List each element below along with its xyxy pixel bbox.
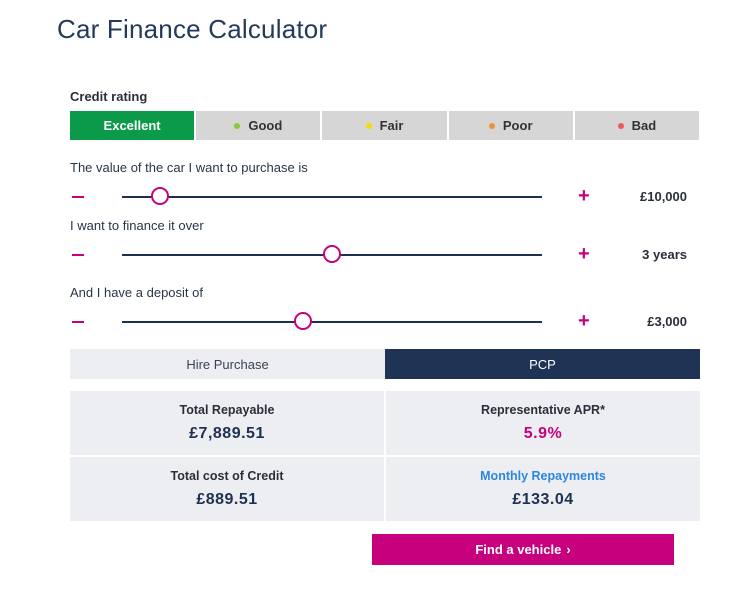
credit-option-label: Fair	[379, 118, 404, 133]
status-dot-icon	[234, 122, 241, 129]
term-decrease-button[interactable]	[72, 254, 84, 256]
monthly-repayments-label[interactable]: Monthly Repayments	[480, 469, 606, 483]
find-vehicle-button[interactable]: Find a vehicle ›	[372, 534, 674, 565]
credit-rating-label: Credit rating	[70, 89, 148, 104]
apr-label: Representative APR*	[481, 403, 605, 417]
credit-option-label: Poor	[502, 118, 533, 133]
tab-hire-purchase[interactable]: Hire Purchase	[70, 349, 385, 379]
find-vehicle-label: Find a vehicle	[475, 542, 562, 557]
credit-option-bad[interactable]: Bad	[574, 111, 700, 140]
car-value-slider-thumb[interactable]	[150, 187, 169, 205]
total-cost-credit-cell: Total cost of Credit £889.51	[70, 457, 384, 521]
deposit-slider-track[interactable]	[122, 312, 542, 330]
car-value-increase-button[interactable]: +	[578, 186, 590, 206]
credit-option-label: Excellent	[103, 118, 161, 133]
apr-value: 5.9%	[523, 425, 563, 442]
credit-option-label: Good	[248, 118, 283, 133]
credit-option-poor[interactable]: Poor	[448, 111, 573, 140]
car-value-decrease-button[interactable]	[72, 196, 84, 198]
credit-option-fair[interactable]: Fair	[322, 111, 447, 140]
chevron-right-icon: ›	[566, 542, 571, 557]
total-cost-credit-value: £889.51	[196, 491, 258, 508]
deposit-display: £3,000	[647, 314, 687, 329]
status-dot-icon	[365, 122, 372, 129]
total-cost-credit-label: Total cost of Credit	[170, 469, 284, 483]
credit-rating-selector: Excellent Good Fair Poor Bad	[70, 111, 700, 140]
credit-option-label: Bad	[631, 118, 657, 133]
car-value-display: £10,000	[640, 189, 687, 204]
total-repayable-label: Total Repayable	[179, 403, 275, 417]
term-slider-track[interactable]	[122, 245, 542, 263]
status-dot-icon	[488, 122, 495, 129]
car-value-label: The value of the car I want to purchase …	[70, 160, 308, 175]
finance-type-tabs: Hire Purchase PCP	[70, 349, 700, 379]
term-slider-thumb[interactable]	[323, 245, 341, 263]
total-repayable-cell: Total Repayable £7,889.51	[70, 391, 384, 455]
apr-cell: Representative APR* 5.9%	[386, 391, 700, 455]
term-display: 3 years	[642, 247, 687, 262]
term-increase-button[interactable]: +	[578, 244, 590, 264]
monthly-repayments-value: £133.04	[512, 491, 574, 508]
credit-option-good[interactable]: Good	[196, 111, 321, 140]
deposit-decrease-button[interactable]	[72, 321, 84, 323]
credit-option-excellent[interactable]: Excellent	[70, 111, 195, 140]
tab-pcp[interactable]: PCP	[385, 349, 700, 379]
total-repayable-value: £7,889.51	[189, 425, 265, 442]
results-grid: Total Repayable £7,889.51 Representative…	[70, 391, 700, 521]
term-label: I want to finance it over	[70, 218, 204, 233]
deposit-slider-thumb[interactable]	[293, 312, 312, 330]
deposit-increase-button[interactable]: +	[578, 311, 590, 331]
page-title: Car Finance Calculator	[57, 14, 328, 44]
car-value-slider-track[interactable]	[122, 187, 542, 205]
status-dot-icon	[617, 122, 624, 129]
deposit-label: And I have a deposit of	[70, 285, 203, 300]
monthly-repayments-cell: Monthly Repayments £133.04	[386, 457, 700, 521]
